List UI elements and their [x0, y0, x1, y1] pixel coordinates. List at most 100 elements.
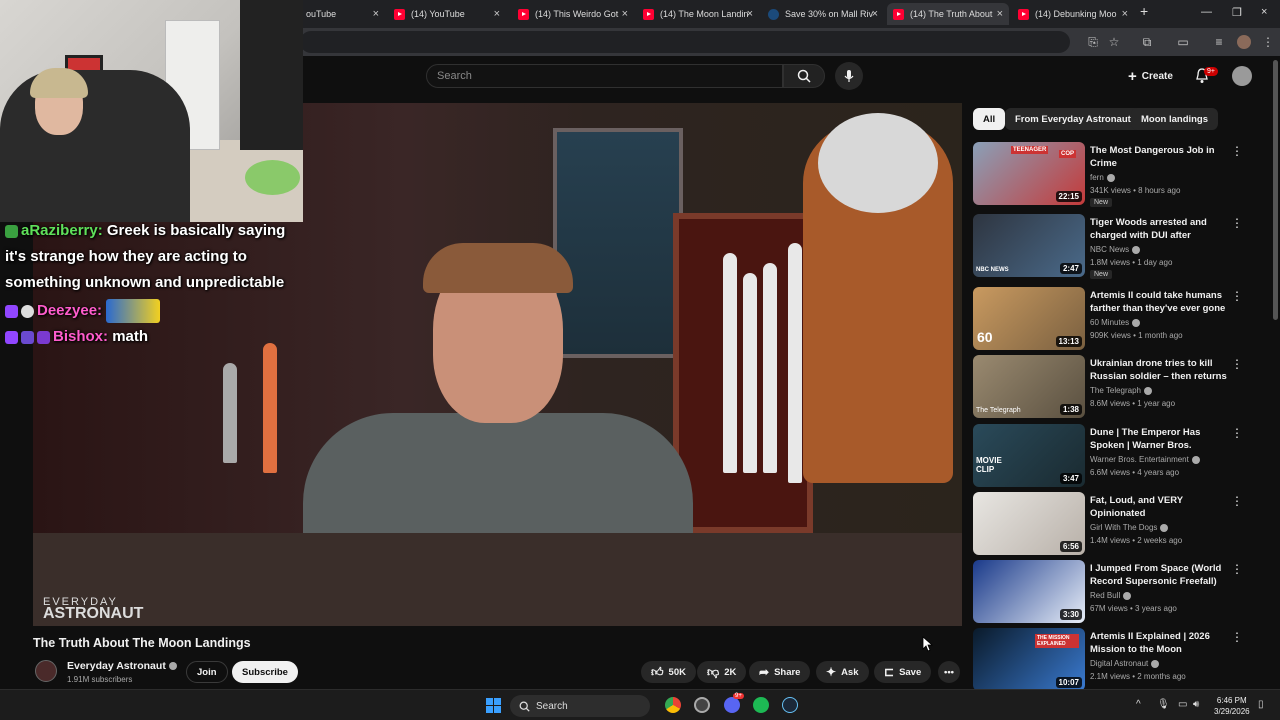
video-thumbnail[interactable]: 3:30 — [973, 560, 1085, 623]
obs-icon[interactable] — [694, 697, 710, 713]
media-controls-icon[interactable]: ≡ — [1212, 35, 1226, 49]
close-window-icon[interactable]: × — [1261, 6, 1267, 18]
cast-icon[interactable]: ▭ — [1176, 35, 1190, 49]
chip-moon-landings[interactable]: Moon landings — [1131, 108, 1219, 130]
recommendation-channel[interactable]: The Telegraph — [1090, 386, 1152, 395]
recommendation-title[interactable]: Tiger Woods arrested and charged with DU… — [1090, 216, 1230, 243]
chevron-up-icon[interactable]: ^ — [1136, 699, 1141, 710]
tab-label: Save 30% on Mall Riv — [785, 9, 874, 19]
close-tab-icon[interactable]: × — [747, 8, 753, 20]
recommendation-channel[interactable]: Red Bull — [1090, 591, 1132, 600]
profile-avatar-icon[interactable] — [1237, 35, 1251, 49]
browser-menu-icon[interactable]: ⋮ — [1261, 35, 1275, 49]
video-thumbnail[interactable]: 6:56 — [973, 492, 1085, 555]
extensions-icon[interactable]: ⧉ — [1140, 35, 1154, 49]
tab-youtube-2[interactable]: (14) YouTube × — [388, 3, 506, 25]
voice-search-button[interactable] — [835, 62, 863, 90]
recommendation-item[interactable]: TEENAGER COP 22:15 The Most Dangerous Job i… — [973, 142, 1263, 207]
close-tab-icon[interactable]: × — [622, 8, 628, 20]
spotify-icon[interactable] — [753, 697, 769, 713]
video-thumbnail[interactable]: TEENAGER COP 22:15 — [973, 142, 1085, 205]
chip-from-channel[interactable]: From Everyday Astronaut — [1005, 108, 1141, 130]
more-vertical-icon[interactable]: ⋮ — [1231, 494, 1243, 508]
maximize-icon[interactable]: ❐ — [1232, 6, 1242, 19]
close-tab-icon[interactable]: × — [494, 8, 500, 20]
tab-steam[interactable]: Save 30% on Mall Riv × — [762, 3, 884, 25]
volume-icon[interactable]: 🔊︎ — [1193, 699, 1199, 710]
taskbar-clock[interactable]: 6:46 PM 3/29/2026 — [1214, 695, 1250, 717]
recommendation-item[interactable]: 3:30 I Jumped From Space (World Record Su… — [973, 560, 1263, 624]
video-thumbnail[interactable]: The Telegraph 1:38 — [973, 355, 1085, 418]
channel-avatar[interactable] — [35, 660, 57, 682]
recommendation-item[interactable]: NBC NEWS 2:47 Tiger Woods arrested and cha… — [973, 214, 1263, 279]
recommendation-channel[interactable]: NBC News — [1090, 245, 1141, 254]
network-icon[interactable]: ▭ — [1178, 699, 1187, 710]
install-app-icon[interactable]: ⎘ — [1086, 35, 1100, 49]
tab-youtube-debunking[interactable]: (14) Debunking Moo × — [1012, 3, 1134, 25]
close-tab-icon[interactable]: × — [373, 8, 379, 20]
recommendation-title[interactable]: I Jumped From Space (World Record Supers… — [1090, 562, 1230, 588]
more-actions-button[interactable]: ••• — [938, 661, 960, 683]
windows-start-icon[interactable] — [486, 698, 501, 713]
ask-button[interactable]: ✦ Ask — [816, 661, 869, 683]
recommendation-title[interactable]: Artemis II Explained | 2026 Mission to t… — [1090, 630, 1230, 656]
user-avatar[interactable] — [1232, 66, 1252, 86]
video-thumbnail[interactable]: 60 13:13 — [973, 287, 1085, 350]
create-button[interactable]: + Create — [1122, 64, 1179, 88]
more-vertical-icon[interactable]: ⋮ — [1231, 144, 1243, 158]
chip-all[interactable]: All — [973, 108, 1006, 130]
tab-youtube-3[interactable]: (14) This Weirdo Got × — [512, 3, 634, 25]
recommendation-title[interactable]: Artemis II could take humans farther tha… — [1090, 289, 1230, 316]
page-scrollbar[interactable] — [1273, 60, 1278, 320]
dislike-button[interactable]: 👎︎ 2K — [697, 661, 747, 683]
more-vertical-icon[interactable]: ⋮ — [1231, 357, 1243, 371]
steam-icon[interactable] — [782, 697, 798, 713]
new-tab-button[interactable]: + — [1140, 3, 1148, 19]
recommendation-item[interactable]: MOVIE CLIP 3:47 Dune | The Emperor Has Spo… — [973, 424, 1263, 488]
recommendation-item[interactable]: 60 13:13 Artemis II could take humans fart… — [973, 287, 1263, 351]
microphone-tray-icon[interactable]: 🎙︎ — [1157, 699, 1170, 710]
recommendation-item[interactable]: The Telegraph 1:38 Ukrainian drone tries t… — [973, 355, 1263, 419]
subscribe-button[interactable]: Subscribe — [232, 661, 298, 683]
tab-youtube-4[interactable]: (14) The Moon Landin × — [637, 3, 759, 25]
like-button[interactable]: 👍︎ 50K — [641, 661, 696, 683]
share-button[interactable]: ➦ Share — [749, 661, 811, 683]
recommendation-channel[interactable]: Girl With The Dogs — [1090, 523, 1169, 532]
channel-name[interactable]: Everyday Astronaut — [67, 660, 177, 672]
tab-youtube-1[interactable]: ouTube × — [300, 3, 385, 25]
recommendation-title[interactable]: The Most Dangerous Job in Crime — [1090, 144, 1230, 170]
taskbar-search[interactable]: Search — [510, 695, 650, 717]
video-thumbnail[interactable]: NBC NEWS 2:47 — [973, 214, 1085, 277]
more-vertical-icon[interactable]: ⋮ — [1231, 289, 1243, 303]
discord-icon[interactable] — [724, 697, 740, 713]
recommendation-title[interactable]: Ukrainian drone tries to kill Russian so… — [1090, 357, 1230, 384]
close-tab-icon[interactable]: × — [1122, 8, 1128, 20]
save-button[interactable]: ⊏ Save — [874, 661, 932, 683]
recommendation-channel[interactable]: Digital Astronaut — [1090, 659, 1160, 668]
recommendation-item[interactable]: THE MISSION EXPLAINED 10:07 Artemis II Exp… — [973, 628, 1263, 692]
search-button[interactable] — [783, 64, 825, 88]
recommendation-item[interactable]: 6:56 Fat, Loud, and VERY Opinionated Girl … — [973, 492, 1263, 556]
recommendation-channel[interactable]: fern — [1090, 173, 1115, 182]
more-vertical-icon[interactable]: ⋮ — [1231, 562, 1243, 576]
search-input[interactable]: Search — [426, 64, 783, 88]
more-vertical-icon[interactable]: ⋮ — [1231, 630, 1243, 644]
recommendation-channel[interactable]: 60 Minutes — [1090, 318, 1141, 327]
join-button[interactable]: Join — [186, 661, 228, 683]
recommendation-meta: 8.6M views • 1 year ago — [1090, 399, 1176, 408]
tab-active-truth-about[interactable]: (14) The Truth About × — [887, 3, 1009, 25]
recommendation-title[interactable]: Fat, Loud, and VERY Opinionated — [1090, 494, 1230, 520]
bookmark-star-icon[interactable]: ☆ — [1107, 35, 1121, 49]
close-tab-icon[interactable]: × — [997, 8, 1003, 20]
video-thumbnail[interactable]: MOVIE CLIP 3:47 — [973, 424, 1085, 487]
more-vertical-icon[interactable]: ⋮ — [1231, 426, 1243, 440]
more-vertical-icon[interactable]: ⋮ — [1231, 216, 1243, 230]
notification-center-icon[interactable]: ▯ — [1258, 699, 1264, 710]
recommendation-channel[interactable]: Warner Bros. Entertainment — [1090, 455, 1200, 464]
address-bar[interactable] — [300, 31, 1070, 53]
minimize-icon[interactable]: — — [1201, 6, 1212, 18]
video-thumbnail[interactable]: THE MISSION EXPLAINED 10:07 — [973, 628, 1085, 691]
close-tab-icon[interactable]: × — [872, 8, 878, 20]
chrome-icon[interactable] — [665, 697, 681, 713]
recommendation-title[interactable]: Dune | The Emperor Has Spoken | Warner B… — [1090, 426, 1230, 453]
